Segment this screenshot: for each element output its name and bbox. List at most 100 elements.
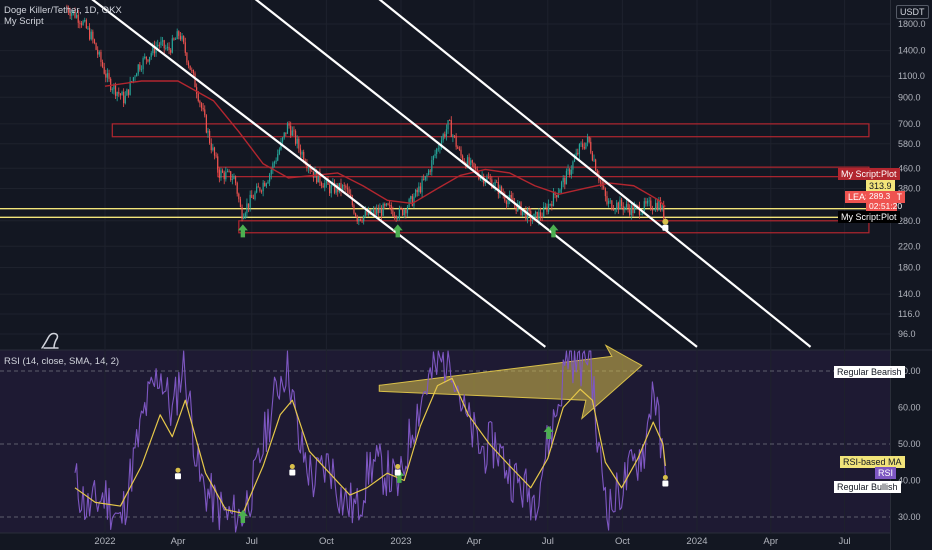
candle-body: [471, 160, 473, 163]
candle-body: [166, 46, 169, 49]
candle-body: [423, 179, 425, 180]
candle-body: [329, 184, 331, 194]
candle-body: [160, 41, 162, 45]
candle-body: [650, 200, 652, 210]
candle-body: [161, 40, 164, 42]
candle-body: [595, 159, 597, 171]
candle-body: [398, 208, 400, 218]
candle-body: [616, 202, 618, 210]
candle-body: [578, 144, 581, 155]
candle-body: [238, 193, 240, 200]
candle-body: [393, 216, 396, 217]
candle-body: [632, 205, 634, 213]
candle-body: [124, 95, 126, 104]
candle-body: [608, 201, 610, 204]
candle-body: [656, 202, 658, 211]
candle-body: [192, 69, 194, 74]
candle-body: [343, 185, 345, 187]
candle-body: [95, 43, 97, 50]
candle-body: [612, 209, 615, 211]
candle-body: [414, 189, 417, 197]
candle-body: [299, 148, 302, 155]
price-tick-label: 96.0: [898, 329, 916, 339]
candle-body: [507, 199, 509, 205]
candle-body: [298, 138, 300, 149]
candle-body: [586, 136, 589, 143]
candle-body: [547, 204, 550, 212]
candle-body: [405, 209, 407, 214]
candle-body: [194, 73, 196, 88]
candle-body: [168, 46, 170, 51]
candle-body: [260, 190, 263, 192]
candle-body: [603, 186, 605, 189]
candle-body: [218, 169, 220, 178]
candle-body: [239, 199, 242, 208]
candle-body: [354, 213, 357, 217]
candle-body: [431, 160, 433, 172]
x-tick-label: 2023: [390, 536, 411, 547]
candle-body: [114, 84, 117, 96]
candle-body: [475, 167, 477, 170]
candle-body: [223, 172, 225, 180]
price-tick-label: 580.0: [898, 139, 921, 149]
candle-body: [126, 89, 128, 96]
price-tick-label: 700.0: [898, 119, 921, 129]
candle-body: [582, 143, 584, 148]
candle-body: [230, 171, 232, 180]
candle-body: [199, 100, 201, 104]
candle-body: [234, 176, 237, 183]
myscript-plot-bottom-label: My Script:Plot: [838, 211, 900, 223]
candle-body: [436, 148, 438, 154]
candle-body: [174, 39, 177, 40]
candle-body: [184, 42, 186, 53]
rsi-title[interactable]: RSI (14, close, SMA, 14, 2): [4, 356, 119, 368]
candle-body: [387, 203, 389, 205]
candle-body: [361, 220, 363, 222]
candle-body: [132, 77, 134, 82]
candle-body: [460, 149, 462, 156]
candle-body: [243, 216, 245, 219]
chart-canvas[interactable]: 2022 Apr Jul Oct 2023 Apr Jul Oct 2024 Apr Jul 1800…: [0, 0, 932, 550]
rsi-marker-box-icon: [394, 469, 401, 476]
candle-body: [322, 185, 324, 188]
price-tick-label: 460.0: [898, 163, 921, 173]
candle-body: [92, 31, 94, 40]
candle-body: [382, 203, 384, 216]
candle-body: [197, 93, 199, 101]
candle-body: [231, 179, 233, 180]
candle-body: [630, 205, 632, 215]
candle-body: [489, 178, 491, 180]
candle-body: [108, 73, 110, 79]
candle-body: [110, 78, 112, 91]
candle-body: [411, 196, 413, 206]
candle-body: [419, 186, 422, 193]
candle-body: [202, 107, 204, 110]
candle-body: [413, 196, 415, 206]
currency-label[interactable]: USDT: [896, 5, 929, 19]
candle-body: [385, 203, 388, 206]
candle-body: [101, 61, 104, 67]
x-tick-label: Jul: [542, 536, 554, 547]
candle-body: [233, 176, 235, 180]
candle-body: [402, 208, 404, 216]
indicator-title[interactable]: My Script: [4, 16, 44, 28]
price-tick-label: 280.0: [898, 216, 921, 226]
signal-marker-icon: [662, 224, 669, 231]
candle-body: [252, 197, 255, 199]
candle-body: [434, 153, 436, 156]
rsi-marker-icon: [289, 464, 295, 470]
rsi-marker-box-icon: [662, 480, 669, 487]
candle-body: [470, 160, 472, 165]
candle-body: [137, 64, 139, 74]
candle-body: [200, 103, 203, 108]
countdown: 02:51:20: [869, 201, 903, 211]
candle-body: [487, 177, 490, 179]
candle-body: [447, 120, 449, 130]
candle-body: [531, 219, 533, 221]
candle-body: [403, 209, 405, 216]
candle-body: [556, 195, 558, 198]
x-tick-label: 2024: [686, 536, 707, 547]
candle-body: [655, 202, 657, 210]
price-tick-label: 1400.0: [898, 46, 926, 56]
candle-body: [345, 185, 347, 188]
